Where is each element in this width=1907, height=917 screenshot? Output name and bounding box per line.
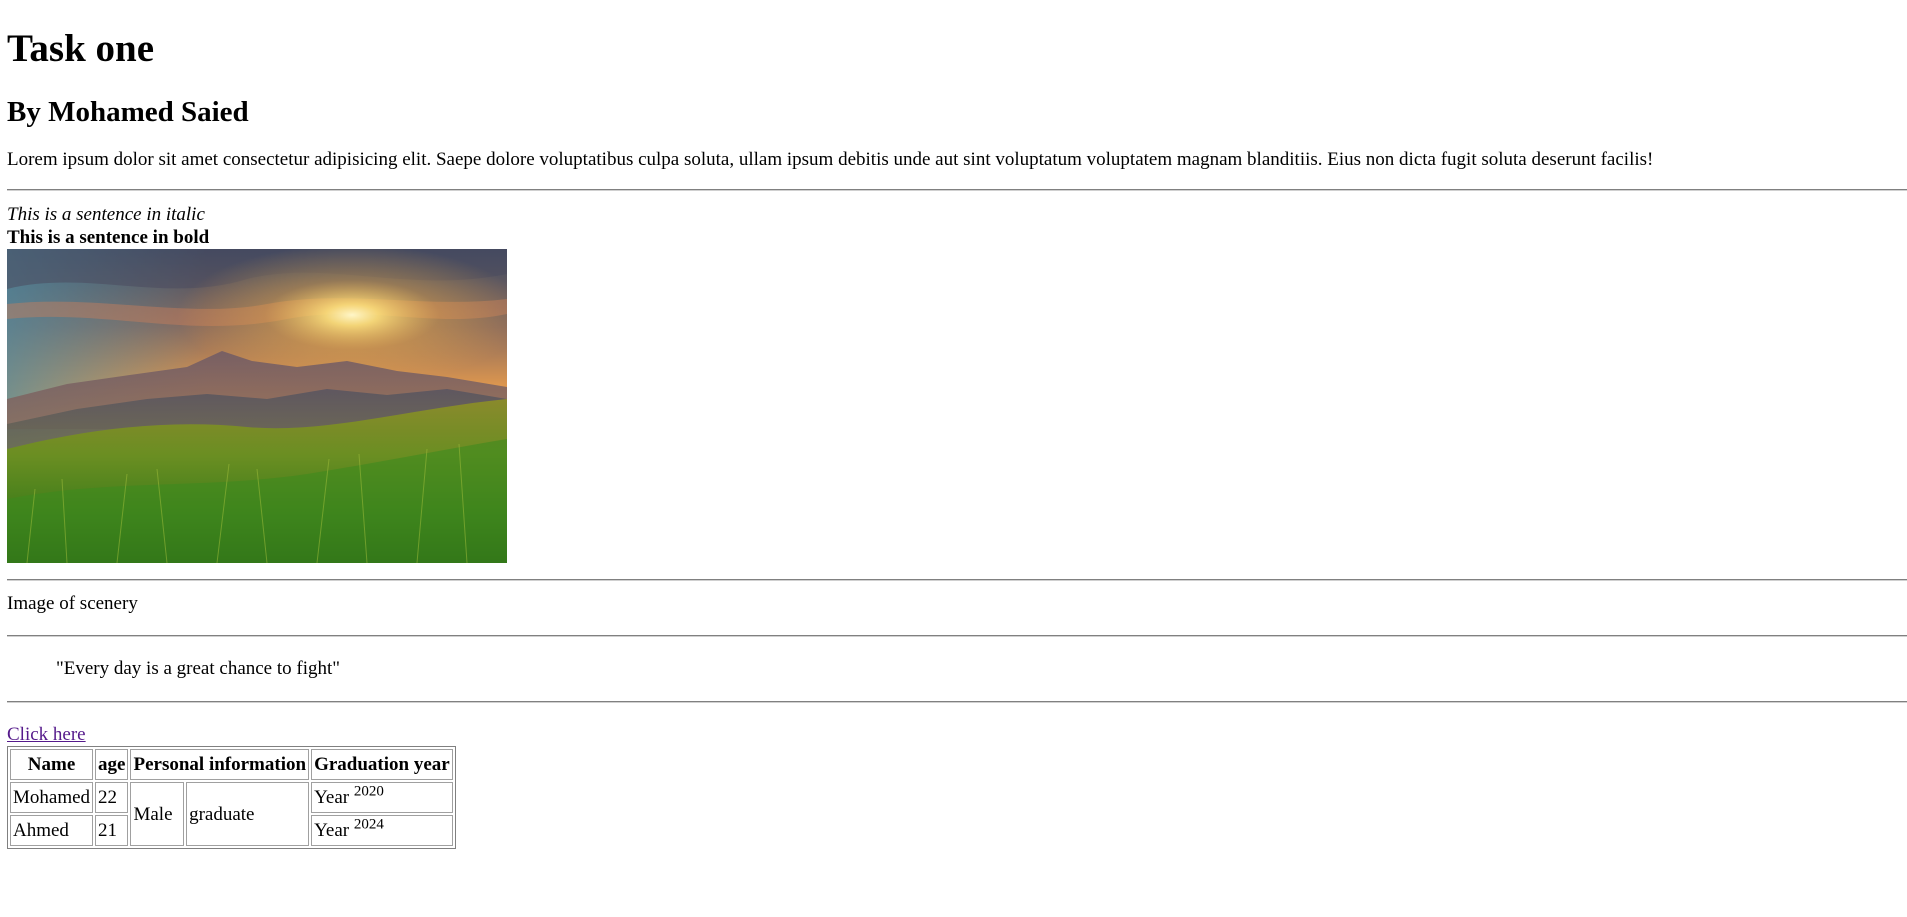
author-byline: By Mohamed Saied xyxy=(7,96,249,128)
divider xyxy=(7,635,1907,637)
lorem-paragraph: Lorem ipsum dolor sit amet consectetur a… xyxy=(7,149,1654,170)
header-name: Name xyxy=(10,749,94,780)
cell-graduation-year: Year 2020 xyxy=(311,782,453,813)
year-value: 2024 xyxy=(353,816,384,833)
cell-age: 22 xyxy=(95,782,129,813)
divider xyxy=(7,189,1907,191)
cell-status: graduate xyxy=(186,782,310,846)
cell-age: 21 xyxy=(95,815,129,846)
cell-name: Ahmed xyxy=(10,815,94,846)
cell-name: Mohamed xyxy=(10,782,94,813)
header-age: age xyxy=(95,749,129,780)
quote: "Every day is a great chance to fight" xyxy=(56,658,341,679)
scenery-image xyxy=(7,249,507,563)
year-value: 2020 xyxy=(353,783,384,800)
year-label: Year xyxy=(314,820,350,841)
italic-sentence: This is a sentence in italic xyxy=(7,204,205,225)
cell-gender: Male xyxy=(130,782,185,846)
bold-sentence: This is a sentence in bold xyxy=(7,227,210,248)
info-table: Name age Personal information Graduation… xyxy=(7,746,456,849)
image-caption: Image of scenery xyxy=(7,593,138,614)
divider xyxy=(7,701,1907,703)
page-title: Task one xyxy=(7,27,155,70)
table-row: Mohamed 22 Male graduate Year 2020 xyxy=(10,782,453,846)
year-label: Year xyxy=(314,787,350,808)
header-graduation-year: Graduation year xyxy=(311,749,453,780)
header-personal-information: Personal information xyxy=(130,749,310,780)
cell-graduation-year: Year 2024 xyxy=(311,815,453,846)
table-header-row: Name age Personal information Graduation… xyxy=(10,749,453,780)
click-here-link[interactable]: Click here xyxy=(7,724,86,746)
divider xyxy=(7,579,1907,581)
